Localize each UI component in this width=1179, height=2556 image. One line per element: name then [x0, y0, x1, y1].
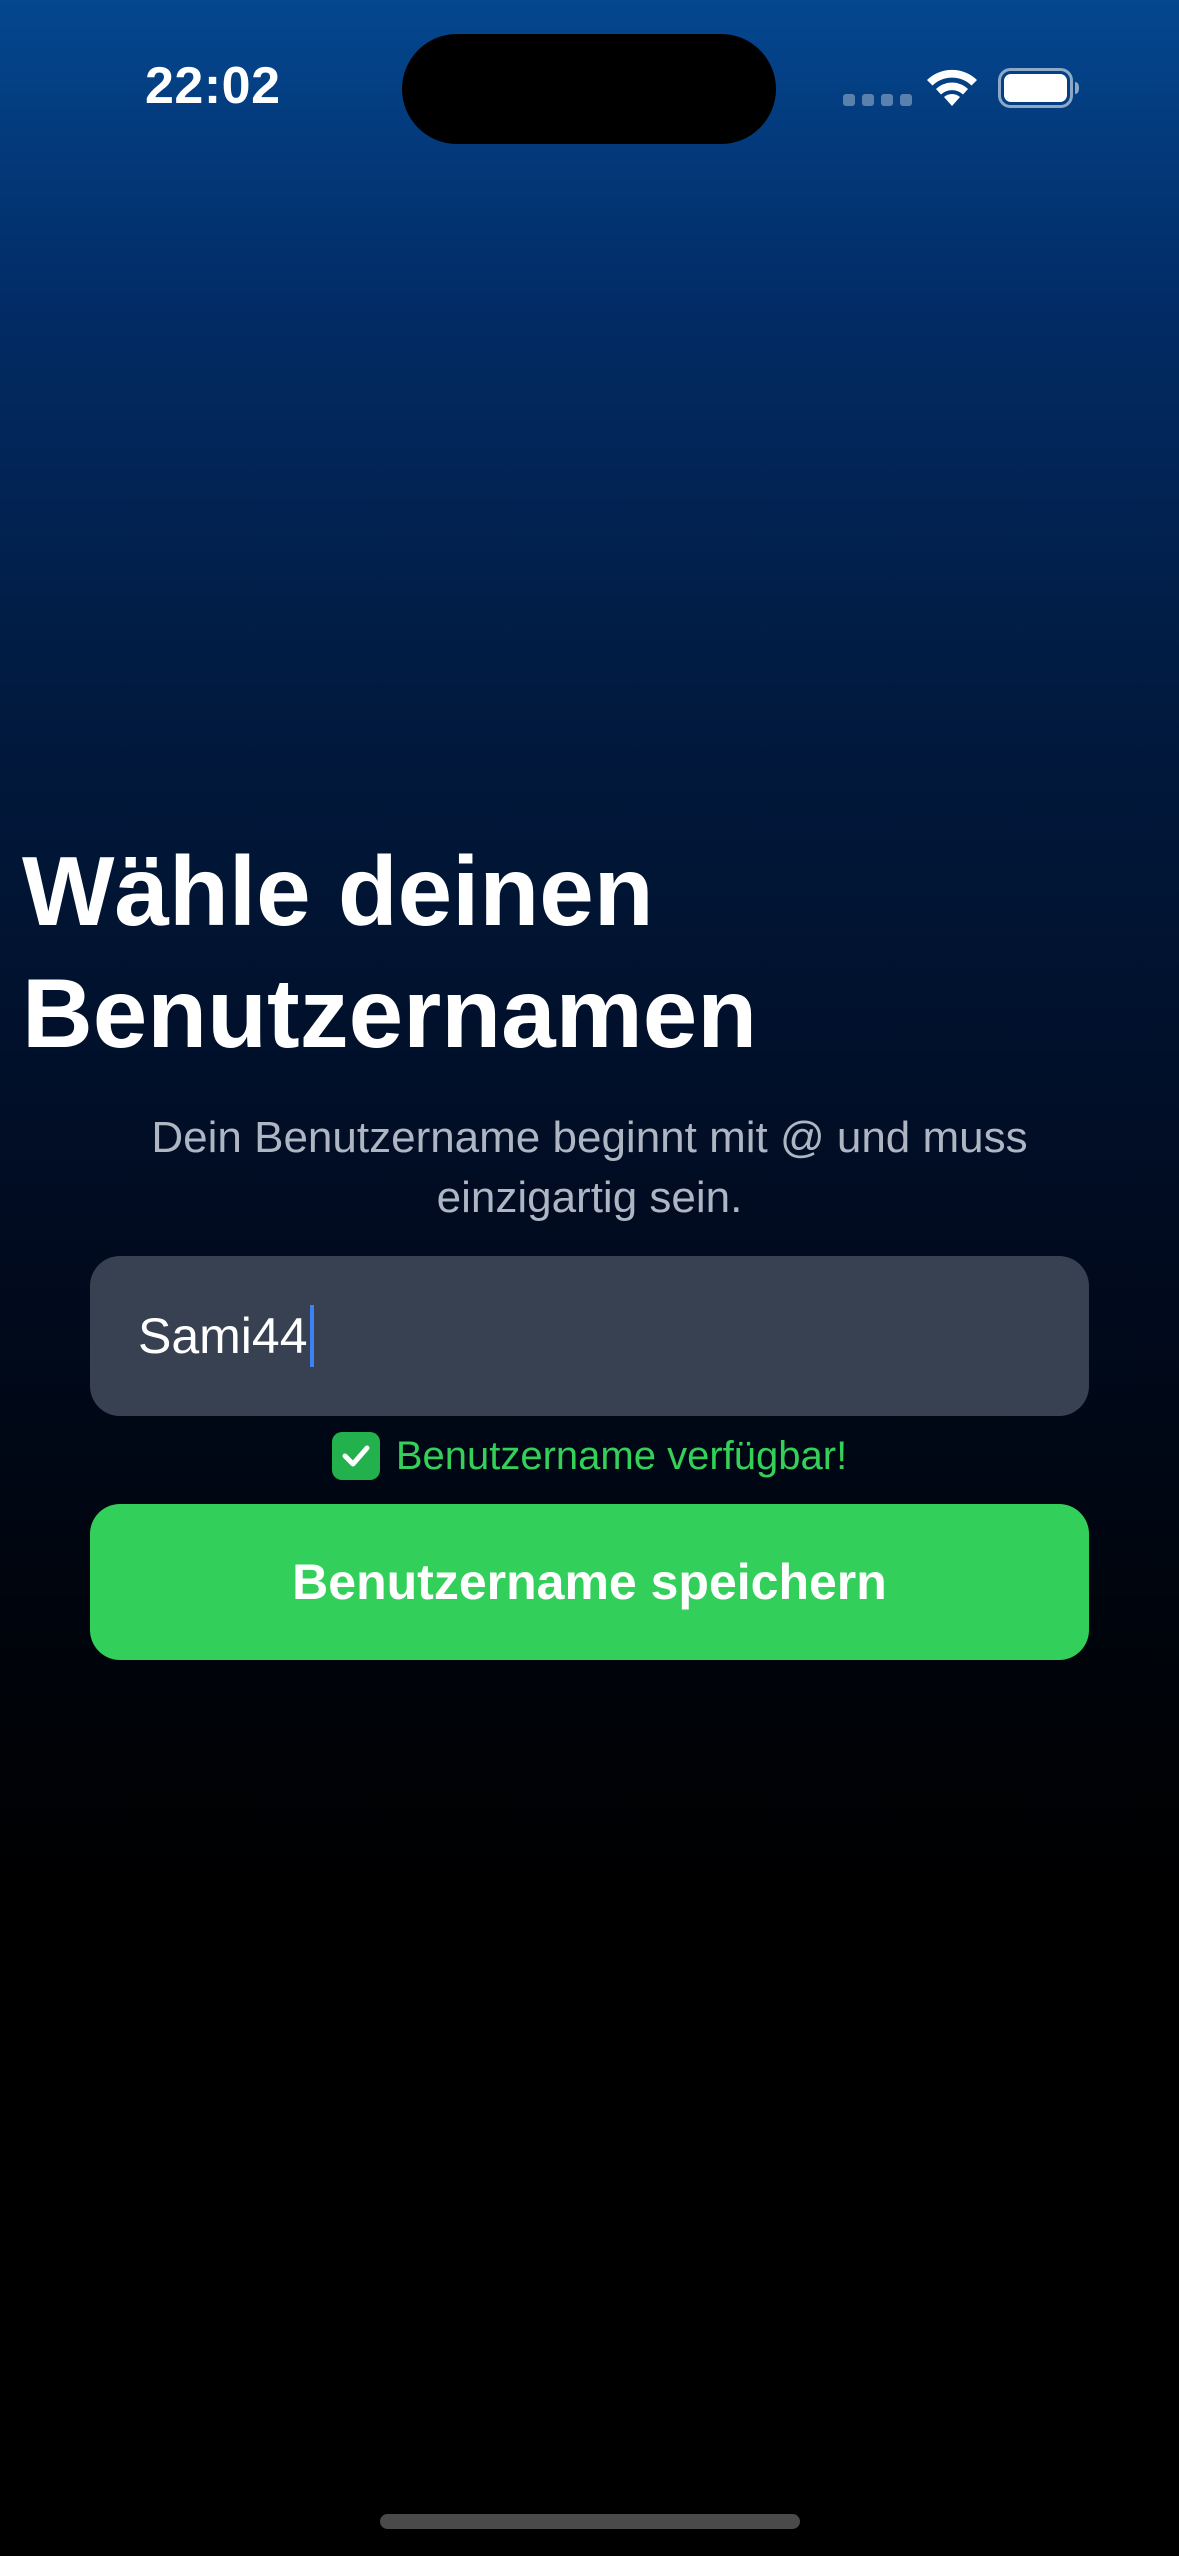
- dynamic-island: [402, 34, 776, 144]
- battery-icon: [998, 68, 1079, 108]
- username-input-value: Sami44: [138, 1308, 308, 1364]
- check-icon: [331, 1432, 380, 1480]
- home-indicator[interactable]: [380, 2514, 800, 2529]
- wifi-icon: [927, 69, 977, 106]
- availability-status: Benutzername verfügbar!: [90, 1428, 1089, 1484]
- subtitle: Dein Benutzername beginnt mit @ und muss…: [151, 1113, 1028, 1222]
- status-time: 22:02: [145, 57, 281, 115]
- page-title: Wähle deinen Benutzernamen: [22, 836, 758, 1068]
- save-username-button[interactable]: Benutzername speichern: [90, 1504, 1089, 1660]
- text-cursor: [309, 1305, 314, 1367]
- username-input[interactable]: Sami44: [90, 1256, 1089, 1416]
- availability-text: Benutzername verfügbar!: [395, 1433, 848, 1478]
- cellular-signal-icon: [843, 94, 912, 106]
- status-bar: 22:02: [0, 0, 1179, 170]
